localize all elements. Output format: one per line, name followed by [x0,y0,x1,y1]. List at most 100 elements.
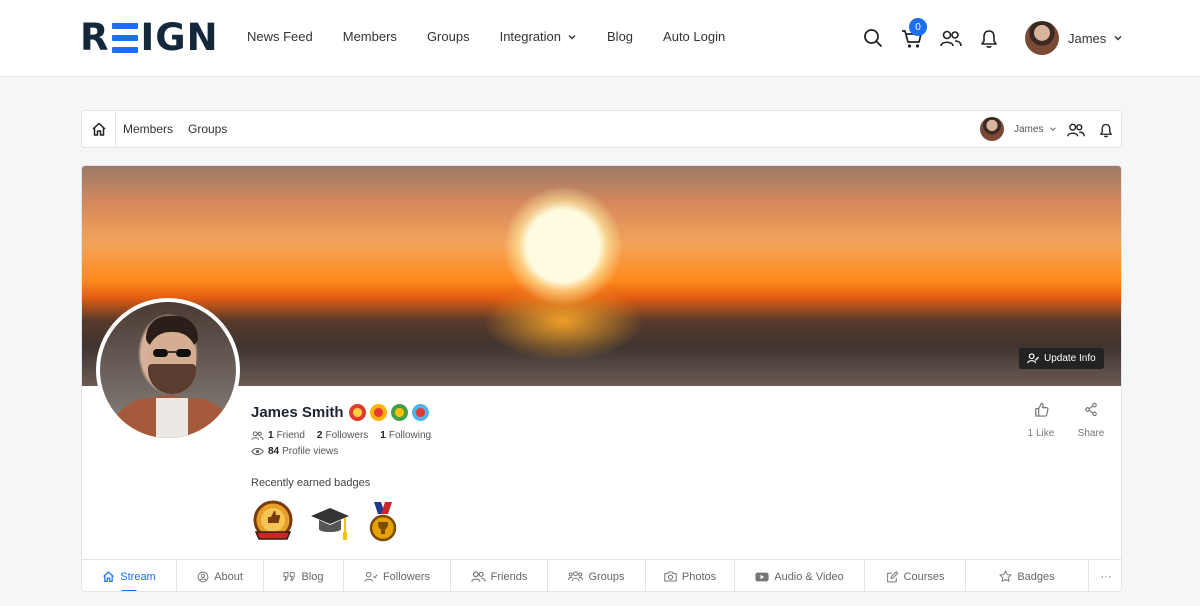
tab-friends[interactable]: Friends [451,560,548,591]
friends-icon [470,570,486,582]
tab-groups[interactable]: Groups [548,560,646,591]
nav-groups[interactable]: Groups [427,29,470,44]
profile-name-row: James Smith [251,404,429,421]
user-circle-icon [197,571,209,582]
bell-icon[interactable] [977,27,1001,51]
nav-integration[interactable]: Integration [500,29,577,44]
subnav-groups[interactable]: Groups [188,122,227,136]
chevron-down-icon [568,34,576,39]
profile-name: James Smith [251,404,344,421]
nav-integration-label: Integration [499,29,562,44]
avatar [980,117,1004,141]
tab-groups-label: Groups [588,570,625,583]
thumbs-up-icon [1034,402,1049,417]
tab-photos-label: Photos [681,570,717,583]
friends-icon[interactable] [939,27,963,51]
tab-followers-label: Followers [382,570,431,583]
more-icon: ··· [1100,570,1112,583]
camera-icon [664,571,677,582]
quote-icon [284,572,296,581]
profile-card: Update Info James Smith 1 Friend 2 Follo… [81,165,1122,592]
eye-icon [251,447,264,456]
secondary-nav-bar: Members Groups James [81,110,1122,148]
share-action[interactable]: Share [1071,402,1111,439]
tab-about-label: About [214,570,243,583]
graduation-cap-badge-icon[interactable] [308,500,352,544]
following-stat[interactable]: 1 Following [380,430,431,441]
profile-views: 84 Profile views [251,446,338,457]
tab-photos[interactable]: Photos [646,560,735,591]
friends-count: 1 [268,430,274,441]
following-label: Following [388,430,432,441]
edit-icon [886,570,898,582]
reign-logo[interactable]: R IGN [80,16,219,59]
nav-members[interactable]: Members [343,29,397,44]
avatar [1025,21,1059,55]
tab-badges-label: Badges [1017,570,1055,583]
user-check-icon [364,571,378,582]
tab-friends-label: Friends [490,570,528,583]
trophy-achievement-icon[interactable] [390,404,408,421]
followers-stat[interactable]: 2 Followers [317,430,368,441]
subnav-members[interactable]: Members [123,122,173,136]
user-edit-icon [1027,353,1040,364]
badges-section-title: Recently earned badges [251,477,371,489]
friends-label: Friend [276,430,305,441]
heart-achievement-icon[interactable] [369,404,387,421]
home-icon [103,571,115,582]
more-tabs-button[interactable]: ··· [1089,560,1121,591]
followers-count: 2 [316,430,323,441]
group-icon [568,571,584,582]
tab-about[interactable]: About [177,560,264,591]
friends-stat[interactable]: 1 Friend [251,430,305,441]
profile-tabs: Stream About Blog Followers Friends Grou… [82,559,1121,591]
search-icon[interactable] [861,26,885,50]
medal-badge-icon[interactable] [361,500,405,544]
tab-audio-video-label: Audio & Video [774,570,844,583]
nav-news-feed[interactable]: News Feed [247,29,313,44]
followers-label: Followers [325,430,369,441]
main-nav: News Feed Members Groups Integration Blo… [247,29,755,44]
thumbs-up-badge-icon[interactable] [251,500,295,544]
header-user-menu[interactable]: James [1025,21,1123,55]
update-info-label: Update Info [1044,353,1096,364]
following-count: 1 [380,430,386,441]
like-action[interactable]: 1 Like [1021,402,1061,439]
tab-stream[interactable]: Stream [82,560,177,591]
bell-icon[interactable] [1096,120,1116,140]
chevron-down-icon [1050,127,1057,131]
tab-stream-label: Stream [120,570,156,583]
top-header: R IGN News Feed Members Groups Integrati… [0,0,1200,77]
tab-audio-video[interactable]: Audio & Video [735,560,865,591]
subbar-user-name: James [1014,123,1044,135]
logo-text-left: R [80,16,110,59]
update-info-button[interactable]: Update Info [1019,348,1104,369]
nav-auto-login[interactable]: Auto Login [663,29,725,44]
tab-blog-label: Blog [301,570,324,583]
profile-stats: 1 Friend 2 Followers 1 Following [251,430,443,441]
tab-courses[interactable]: Courses [865,560,966,591]
like-label: 1 Like [1027,428,1055,439]
mushroom-achievement-icon[interactable] [411,404,429,421]
nav-blog[interactable]: Blog [607,29,633,44]
subbar-user-menu[interactable]: James [980,117,1057,141]
crown-achievement-icon[interactable] [348,404,366,421]
logo-e-mark [111,23,138,53]
views-label: Profile views [282,446,339,457]
tab-badges[interactable]: Badges [966,560,1089,591]
share-icon [1085,402,1097,417]
friends-icon [251,430,264,440]
profile-avatar[interactable] [96,298,240,442]
cart-count-badge: 0 [909,18,927,36]
share-label: Share [1077,428,1105,439]
tab-blog[interactable]: Blog [264,560,344,591]
views-count: 84 [268,446,280,457]
youtube-icon [755,572,769,581]
star-icon [999,570,1012,582]
home-icon[interactable] [82,111,116,147]
chevron-down-icon [1114,36,1122,41]
tab-courses-label: Courses [903,570,945,583]
friends-icon[interactable] [1066,120,1086,140]
logo-text-right: IGN [140,16,219,59]
tab-followers[interactable]: Followers [344,560,451,591]
